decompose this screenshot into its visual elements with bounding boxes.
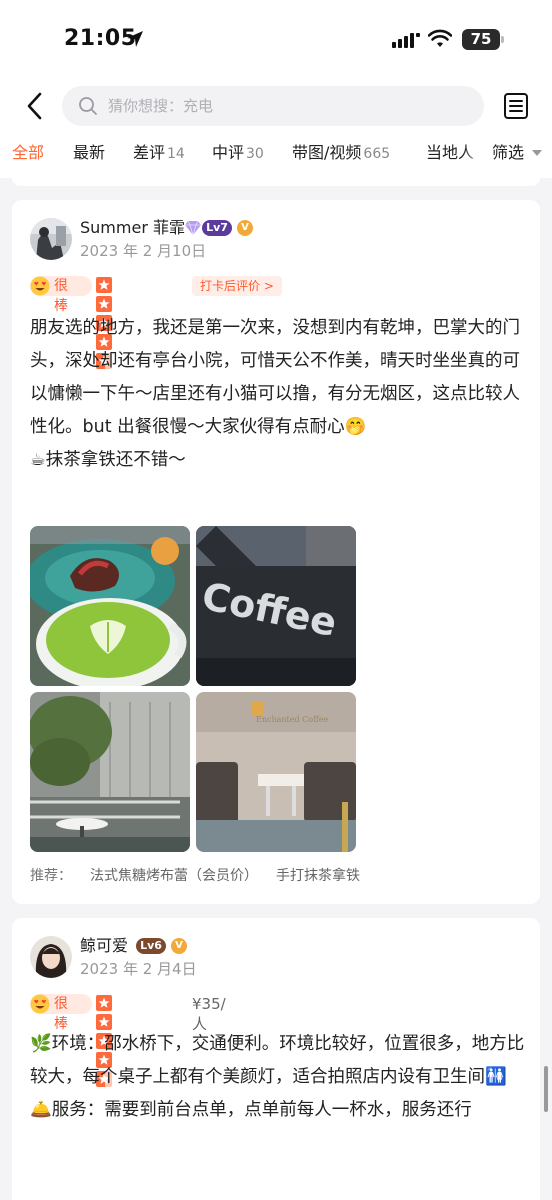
- dropdown-arrow-icon: [532, 150, 542, 156]
- scrollbar-thumb[interactable]: [544, 1066, 548, 1112]
- tab-negative[interactable]: 差评 14: [133, 142, 185, 165]
- review-photo-coffee-sign[interactable]: Coffee: [196, 526, 356, 686]
- svg-text:Enchanted Coffee: Enchanted Coffee: [256, 715, 329, 724]
- review-card[interactable]: 鲸可爱 Lv6 V 2023 年 2 月4日 很棒 ¥35/人 🌿环境：邵水桥下…: [12, 918, 540, 1200]
- level-badge: Lv7: [202, 220, 232, 236]
- tab-label: 带图/视频: [292, 143, 362, 162]
- recommend-label: 推荐：: [30, 868, 72, 884]
- rating-word: 很棒: [54, 278, 68, 314]
- recommended-dish[interactable]: 手打抹茶拿铁: [276, 868, 360, 884]
- heart-eyes-emoji-icon: [30, 276, 50, 296]
- review-card[interactable]: Summer 菲霏 Lv7 V 2023 年 2 月10日 很棒 打卡后评价 >…: [12, 200, 540, 904]
- recommended-dish[interactable]: 法式焦糖烤布蕾（会员价）: [90, 868, 258, 884]
- tab-latest[interactable]: 最新: [73, 142, 105, 164]
- review-paragraph: 🛎️服务：需要到前台点单，点单前每人一杯水，服务还行: [30, 1100, 472, 1120]
- tab-count: 665: [363, 146, 391, 162]
- review-text: 🌿环境：邵水桥下，交通便利。环境比较好，位置很多，地方比较大，每个桌子上都有个美…: [30, 1028, 530, 1127]
- tab-label: 中评: [212, 143, 245, 162]
- user-name[interactable]: 鲸可爱: [80, 935, 128, 957]
- tab-locals[interactable]: 当地人: [426, 142, 474, 164]
- previous-review-card-edge: [12, 178, 540, 186]
- review-paragraph: 🌿环境：邵水桥下，交通便利。环境比较好，位置很多，地方比较大，每个桌子上都有个美…: [30, 1034, 525, 1087]
- checkin-review-tag[interactable]: 打卡后评价 >: [192, 276, 282, 296]
- tab-count: 30: [246, 146, 264, 162]
- tab-all[interactable]: 全部: [12, 142, 44, 164]
- tab-label: 差评: [133, 143, 166, 162]
- filter-button[interactable]: 筛选: [480, 132, 552, 178]
- tab-label: 当地人: [426, 143, 475, 162]
- status-bar: 21:05 75: [0, 0, 552, 80]
- verified-icon: V: [237, 220, 253, 236]
- battery-indicator: 75: [462, 29, 504, 50]
- verified-icon: V: [171, 938, 187, 954]
- tab-neutral[interactable]: 中评 30: [212, 142, 264, 165]
- wifi-icon: [428, 29, 452, 47]
- review-paragraph: ☕抹茶拿铁还不错～: [30, 450, 186, 470]
- search-input[interactable]: 猜你想搜：充电: [62, 86, 484, 126]
- review-photo-indoor-seating[interactable]: Enchanted Coffee: [196, 692, 356, 852]
- header: 猜你想搜：充电: [0, 80, 552, 132]
- filter-label: 筛选: [492, 143, 525, 162]
- review-date: 2023 年 2 月4日: [80, 960, 197, 978]
- review-photo-courtyard[interactable]: [30, 692, 190, 852]
- review-photo-matcha-latte[interactable]: [30, 526, 190, 686]
- tab-with-media[interactable]: 带图/视频 665: [292, 142, 390, 165]
- recommended-dishes: 推荐： 法式焦糖烤布蕾（会员价） 手打抹茶拿铁: [30, 866, 360, 886]
- star-icon: [96, 995, 112, 1011]
- diamond-icon: [185, 220, 201, 236]
- star-icon: [96, 277, 112, 293]
- search-icon: [79, 97, 97, 115]
- back-arrow-icon[interactable]: [22, 90, 48, 122]
- tab-label: 最新: [73, 143, 106, 162]
- review-photos: Coffee Enchanted Coffee: [30, 526, 356, 852]
- search-placeholder: 猜你想搜：充电: [108, 97, 214, 115]
- notes-list-icon[interactable]: [502, 92, 530, 120]
- heart-eyes-emoji-icon: [30, 994, 50, 1014]
- location-arrow-icon: [127, 31, 143, 47]
- cellular-signal-icon: [392, 33, 420, 48]
- user-name[interactable]: Summer 菲霏: [80, 217, 185, 239]
- star-icon: [96, 296, 112, 312]
- tab-count: 14: [167, 146, 185, 162]
- level-badge: Lv6: [136, 938, 166, 954]
- review-filter-tabs: 全部 最新 差评 14 中评 30 带图/视频 665 当地人 筛选: [0, 132, 552, 178]
- avatar[interactable]: [30, 936, 72, 978]
- tab-label: 全部: [12, 143, 45, 162]
- avatar[interactable]: [30, 218, 72, 260]
- review-paragraph: 朋友选的地方，我还是第一次来，没想到内有乾坤，巴掌大的门头，深处却还有亭台小院，…: [30, 318, 520, 437]
- review-text: 朋友选的地方，我还是第一次来，没想到内有乾坤，巴掌大的门头，深处却还有亭台小院，…: [30, 312, 530, 477]
- review-date: 2023 年 2 月10日: [80, 242, 207, 260]
